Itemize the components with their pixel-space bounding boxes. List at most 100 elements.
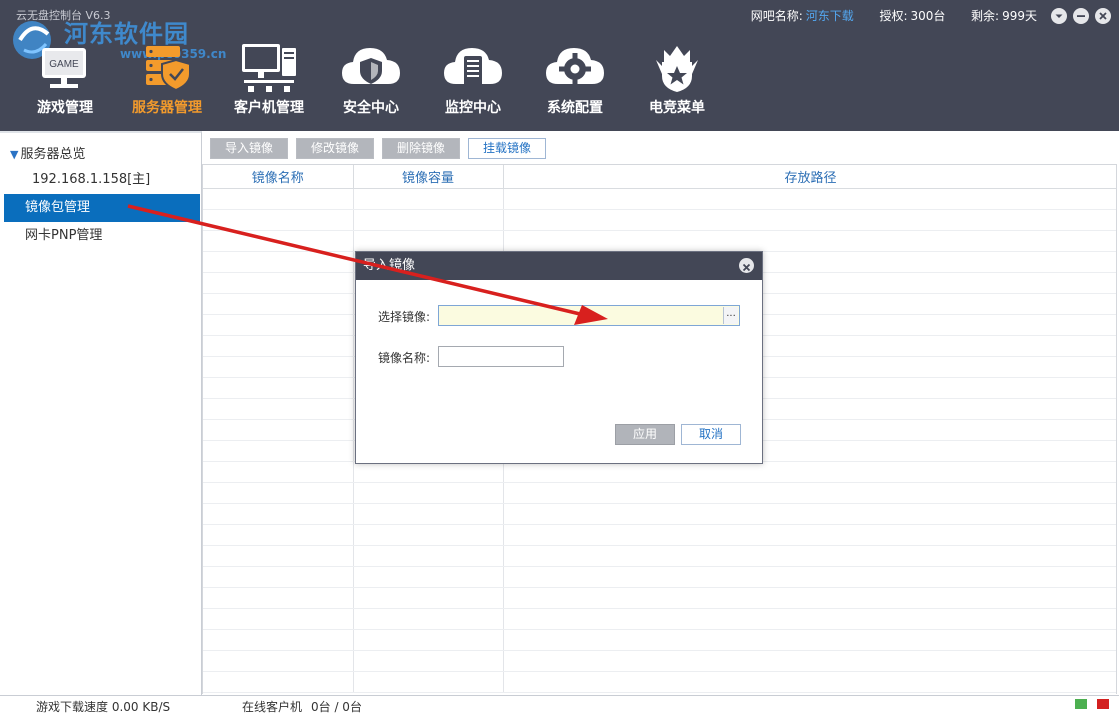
server-shield-icon xyxy=(146,46,191,92)
cancel-button[interactable]: 取消 xyxy=(681,424,741,445)
nav-label-client-management: 客户机管理 xyxy=(234,100,304,116)
table-cell xyxy=(203,587,354,609)
column-header-image-size[interactable]: 镜像容量 xyxy=(353,165,504,189)
table-cell xyxy=(203,356,354,378)
table-cell xyxy=(203,524,354,546)
nav-item-client-management[interactable]: 客户机管理 xyxy=(218,40,320,124)
table-cell xyxy=(203,251,354,273)
cafe-name-value[interactable]: 河东下载 xyxy=(806,9,854,23)
table-cell xyxy=(353,587,504,609)
table-cell xyxy=(353,209,504,231)
status-bar: 游戏下载速度 0.00 KB/S 在线客户机 0台 / 0台 xyxy=(0,695,1119,715)
table-cell xyxy=(503,671,1116,693)
table-row[interactable] xyxy=(203,608,1116,630)
mount-image-button[interactable]: 挂载镜像 xyxy=(468,138,547,159)
nav-item-security-center[interactable]: 安全中心 xyxy=(320,40,422,124)
table-row[interactable] xyxy=(203,188,1116,210)
game-monitor-text: GAME xyxy=(49,59,79,70)
table-cell xyxy=(503,650,1116,672)
image-name-input[interactable] xyxy=(438,346,564,367)
table-cell xyxy=(503,587,1116,609)
table-cell xyxy=(203,671,354,693)
table-cell xyxy=(353,566,504,588)
table-row[interactable] xyxy=(203,461,1116,483)
table-cell xyxy=(203,188,354,210)
nav-item-system-config[interactable]: 系统配置 xyxy=(524,40,626,124)
table-cell xyxy=(503,524,1116,546)
nav-item-monitor-center[interactable]: 监控中心 xyxy=(422,40,524,124)
header-bar: 云无盘控制台 V6.3 河东软件园 www.pc0359.cn 网吧名称:河东下… xyxy=(0,0,1119,131)
minimize-icon xyxy=(1077,15,1085,17)
cafe-name-label: 网吧名称: xyxy=(750,9,803,23)
table-row[interactable] xyxy=(203,629,1116,651)
toolbar: 导入镜像 修改镜像 删除镜像 挂载镜像 xyxy=(210,138,547,159)
online-clients-label: 在线客户机 xyxy=(242,700,303,714)
table-row[interactable] xyxy=(203,524,1116,546)
close-window-button[interactable] xyxy=(1095,8,1111,24)
sidebar-item-nic-pnp-management[interactable]: 网卡PNP管理 xyxy=(4,222,200,250)
table-cell xyxy=(203,545,354,567)
image-name-label: 镜像名称: xyxy=(378,351,431,365)
table-cell xyxy=(203,461,354,483)
column-header-image-name[interactable]: 镜像名称 xyxy=(203,165,354,189)
table-cell xyxy=(503,566,1116,588)
table-cell xyxy=(353,650,504,672)
column-header-storage-path[interactable]: 存放路径 xyxy=(503,165,1116,189)
license-value: 300台 xyxy=(910,9,946,23)
table-cell xyxy=(203,293,354,315)
table-cell xyxy=(353,230,504,252)
status-green-indicator xyxy=(1075,699,1087,709)
close-icon xyxy=(742,263,751,272)
minimize-button[interactable] xyxy=(1073,8,1089,24)
table-cell xyxy=(503,209,1116,231)
table-cell xyxy=(203,482,354,504)
table-cell xyxy=(353,671,504,693)
table-cell xyxy=(203,314,354,336)
table-row[interactable] xyxy=(203,587,1116,609)
table-row[interactable] xyxy=(203,482,1116,504)
table-cell xyxy=(203,230,354,252)
table-cell xyxy=(203,566,354,588)
sidebar-item-image-package-management[interactable]: 镜像包管理 xyxy=(4,194,200,222)
dialog-close-button[interactable] xyxy=(739,258,754,273)
nav-label-monitor-center: 监控中心 xyxy=(445,100,501,116)
nav-item-game-management[interactable]: GAME 游戏管理 xyxy=(14,40,116,124)
table-row[interactable] xyxy=(203,650,1116,672)
nav-label-system-config: 系统配置 xyxy=(547,100,603,116)
table-cell xyxy=(203,503,354,525)
import-image-button[interactable]: 导入镜像 xyxy=(210,138,289,159)
browse-button[interactable]: ... xyxy=(723,307,738,324)
table-row[interactable] xyxy=(203,545,1116,567)
client-computer-icon xyxy=(242,44,296,92)
table-row[interactable] xyxy=(203,209,1116,231)
table-cell xyxy=(353,461,504,483)
dropdown-window-button[interactable] xyxy=(1051,8,1067,24)
delete-image-button[interactable]: 删除镜像 xyxy=(382,138,461,159)
dialog-title: 导入镜像 xyxy=(363,258,416,273)
table-row[interactable] xyxy=(203,671,1116,693)
table-cell xyxy=(203,377,354,399)
table-row[interactable] xyxy=(203,566,1116,588)
table-cell xyxy=(503,188,1116,210)
sidebar-item-server-ip[interactable]: 192.168.1.158[主] xyxy=(4,166,200,194)
table-cell xyxy=(203,272,354,294)
modify-image-button[interactable]: 修改镜像 xyxy=(296,138,375,159)
license-label: 授权: xyxy=(879,9,908,23)
download-speed-text: 游戏下载速度 0.00 KB/S xyxy=(36,700,171,714)
table-cell xyxy=(503,482,1116,504)
table-row[interactable] xyxy=(203,230,1116,252)
tree-head-server-overview[interactable]: ▼ 服务器总览 xyxy=(10,143,85,162)
close-icon xyxy=(1099,12,1107,20)
nav-item-server-management[interactable]: 服务器管理 xyxy=(116,40,218,124)
apply-button[interactable]: 应用 xyxy=(615,424,675,445)
table-row[interactable] xyxy=(203,503,1116,525)
nav-label-esports-menu: 电竞菜单 xyxy=(649,100,705,116)
select-image-input[interactable]: ... xyxy=(438,305,740,326)
expand-triangle-icon[interactable]: ▼ xyxy=(10,148,18,161)
table-cell xyxy=(503,461,1116,483)
cloud-server-icon xyxy=(444,48,502,86)
table-cell xyxy=(503,629,1116,651)
table-cell xyxy=(203,650,354,672)
cloud-gear-icon xyxy=(546,48,604,85)
nav-item-esports-menu[interactable]: 电竞菜单 xyxy=(626,40,728,124)
